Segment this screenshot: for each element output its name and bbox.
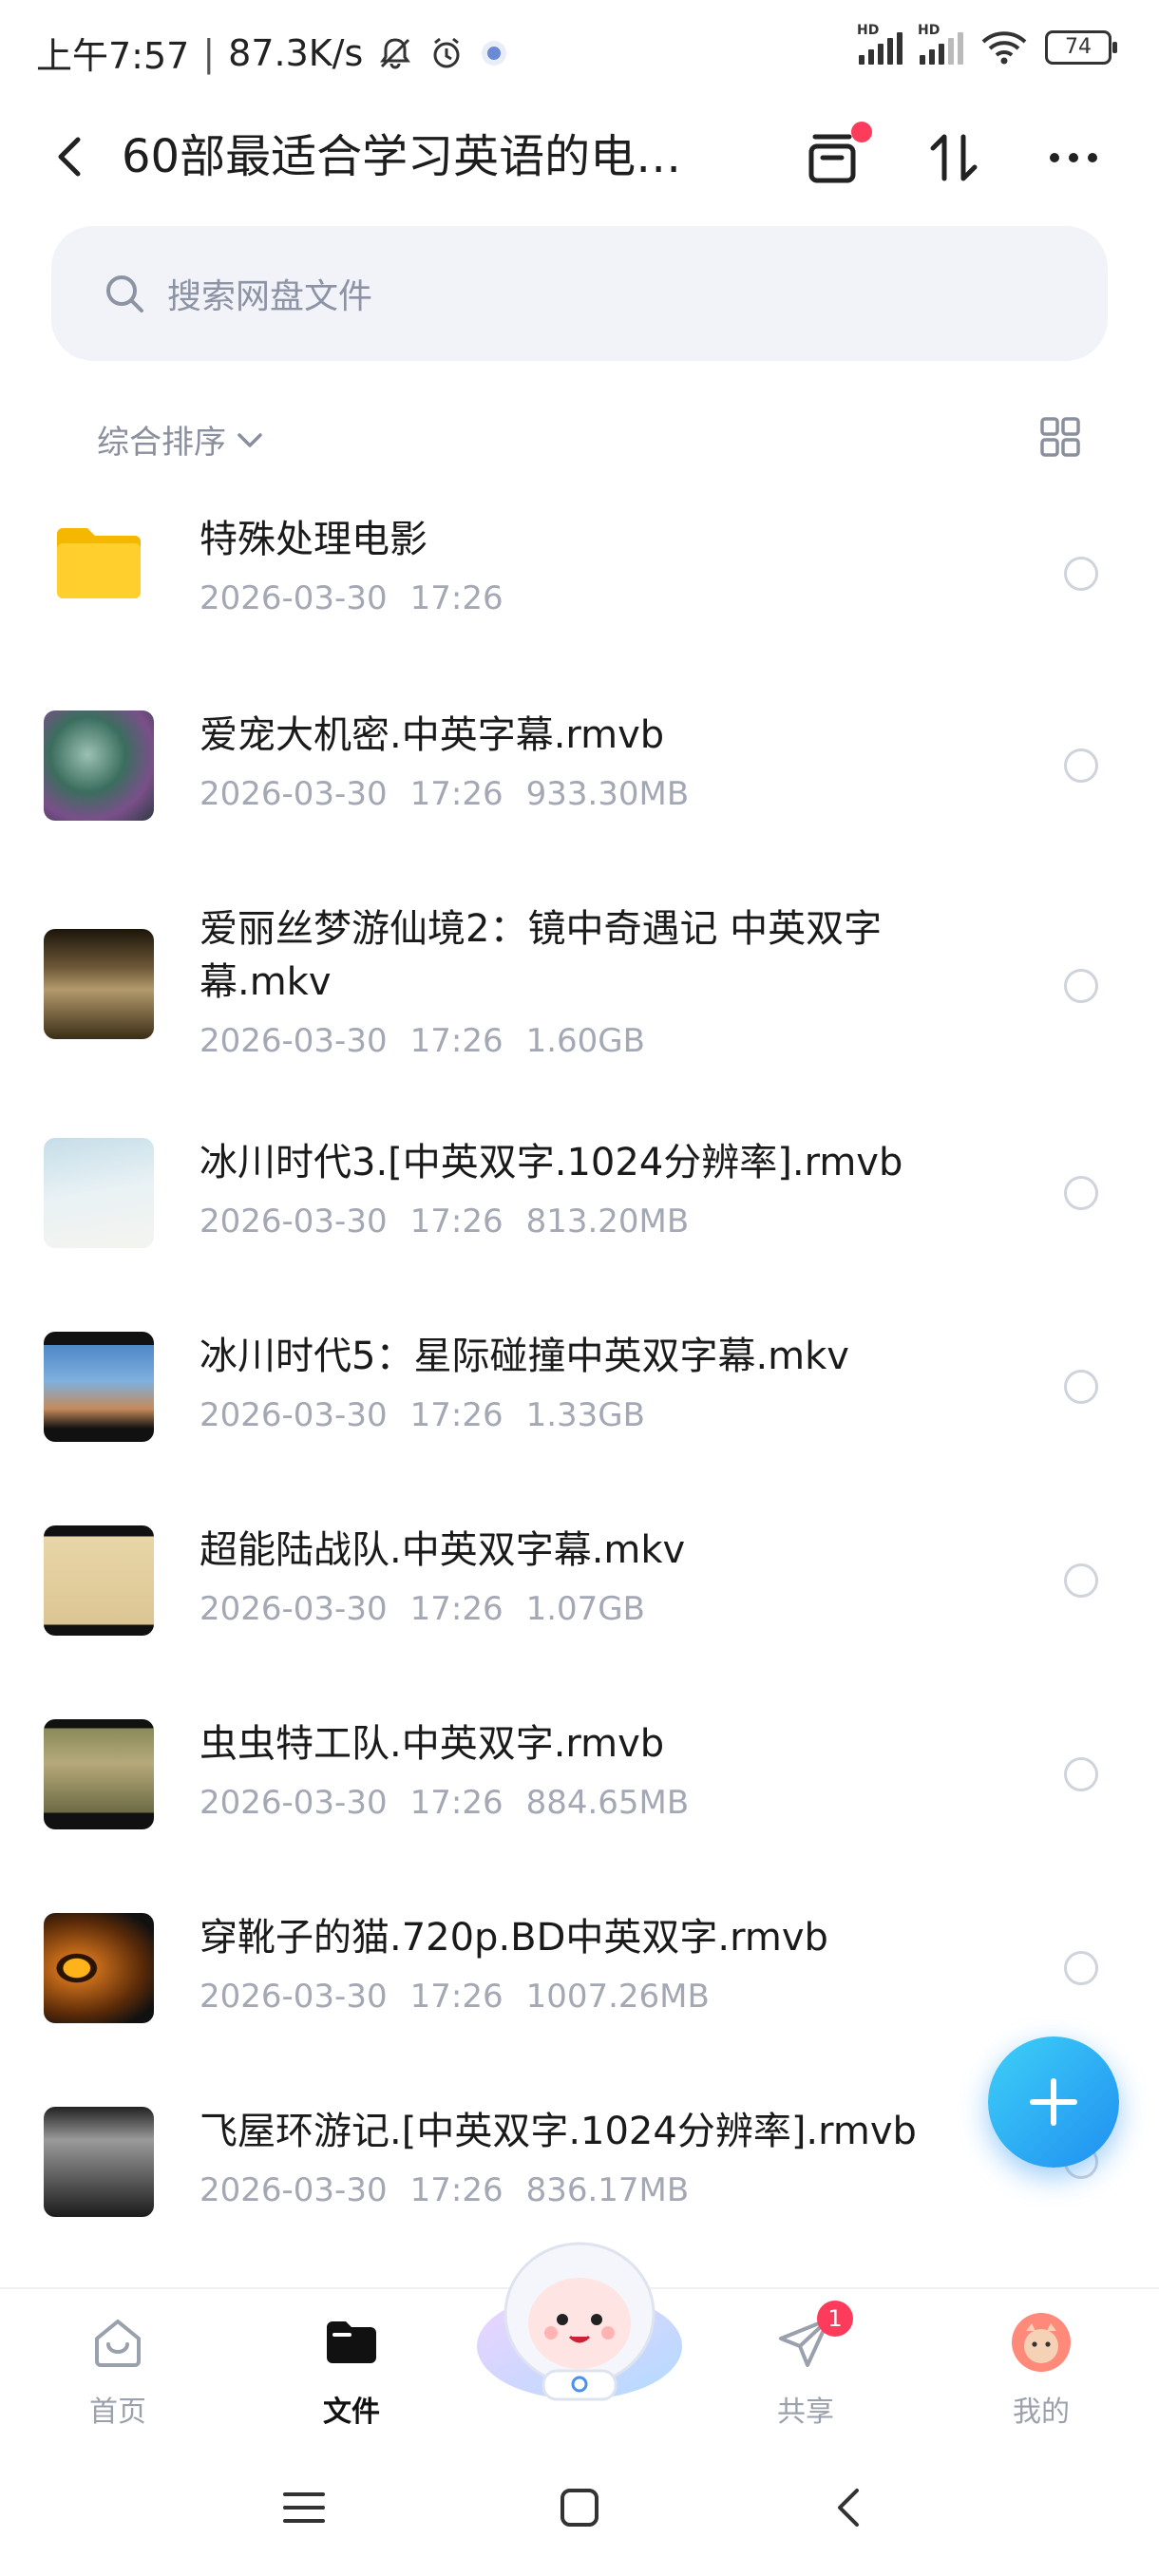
select-radio[interactable]	[1064, 1370, 1098, 1404]
search-input[interactable]: 搜索网盘文件	[51, 226, 1108, 361]
share-badge: 1	[817, 2301, 853, 2337]
file-meta: 2026-03-30 17:26 813.20MB	[200, 1203, 690, 1241]
list-item[interactable]: 超能陆战队.中英双字幕.mkv 2026-03-30 17:26 1.07GB	[0, 1505, 1159, 1695]
sort-row: 综合排序	[0, 399, 1159, 475]
status-divider: |	[202, 31, 216, 74]
back-button[interactable]	[46, 128, 93, 185]
mute-bell-icon	[380, 37, 411, 68]
tab-label: 我的	[1013, 2396, 1070, 2429]
video-thumbnail	[44, 1525, 154, 1636]
file-name: 超能陆战队.中英双字幕.mkv	[200, 1528, 686, 1572]
list-item[interactable]: 穿靴子的猫.720p.BD中英双字.rmvb 2026-03-30 17:26 10…	[0, 1892, 1159, 2082]
tab-home[interactable]: 首页	[51, 2302, 184, 2435]
file-name: 飞屋环游记.[中英双字.1024分辨率].rmvb	[200, 2110, 917, 2153]
file-meta: 2026-03-30 17:26	[200, 579, 504, 617]
list-item[interactable]: 冰川时代5：星际碰撞中英双字幕.mkv 2026-03-30 17:26 1.33G…	[0, 1311, 1159, 1501]
grid-view-icon	[1040, 417, 1080, 457]
status-left: 上午7:57 | 87.3K/s	[36, 27, 509, 79]
video-thumbnail	[44, 710, 154, 821]
select-radio[interactable]	[1064, 557, 1098, 591]
page-title: 60部最适合学习英语的电…	[122, 130, 682, 183]
file-name: 特殊处理电影	[200, 518, 428, 561]
file-meta: 2026-03-30 17:26 884.65MB	[200, 1784, 690, 1822]
file-name: 爱丽丝梦游仙境2：镜中奇遇记 中英双字幕.mkv	[200, 907, 883, 1004]
more-dots-icon	[1050, 153, 1097, 162]
select-radio[interactable]	[1064, 1176, 1098, 1210]
video-thumbnail	[44, 1138, 154, 1248]
select-radio[interactable]	[1064, 1563, 1098, 1598]
system-nav-bar	[0, 2441, 1159, 2576]
tab-label: 文件	[323, 2396, 380, 2429]
menu-lines-icon	[283, 2492, 325, 2523]
app-notification-icon	[482, 40, 507, 66]
plus-icon	[1030, 2078, 1077, 2126]
tab-label: 共享	[777, 2396, 834, 2429]
file-meta: 2026-03-30 17:26 836.17MB	[200, 2171, 690, 2209]
status-time: 上午7:57	[36, 35, 190, 77]
video-thumbnail	[44, 1719, 154, 1829]
sort-toggle-button[interactable]	[918, 122, 990, 194]
notification-dot	[851, 122, 872, 142]
signal-2-icon: HD	[918, 23, 963, 65]
mascot-button[interactable]	[475, 2232, 684, 2403]
home-nav-button[interactable]	[551, 2479, 608, 2536]
signal-1-icon: HD	[857, 23, 902, 65]
video-thumbnail	[44, 2107, 154, 2217]
alarm-icon	[433, 37, 460, 67]
file-name: 冰川时代5：星际碰撞中英双字幕.mkv	[200, 1335, 849, 1378]
sort-arrows-icon	[930, 134, 978, 181]
home-icon	[95, 2320, 141, 2367]
app-header: 60部最适合学习英语的电…	[0, 104, 1159, 209]
tab-files[interactable]: 文件	[285, 2302, 418, 2435]
sort-dropdown[interactable]: 综合排序	[97, 416, 266, 463]
search-placeholder: 搜索网盘文件	[167, 277, 373, 316]
file-meta: 2026-03-30 17:26 1.33GB	[200, 1396, 645, 1434]
file-name: 爱宠大机密.中英字幕.rmvb	[200, 713, 665, 757]
status-bar: 上午7:57 | 87.3K/s HD HD 74	[0, 0, 1159, 104]
sort-label: 综合排序	[97, 424, 226, 462]
chevron-left-icon	[58, 137, 81, 177]
video-thumbnail	[44, 1913, 154, 2023]
recent-apps-button[interactable]	[276, 2479, 332, 2536]
video-thumbnail	[44, 1332, 154, 1442]
tab-label: 首页	[89, 2396, 146, 2429]
folder-icon	[327, 2321, 376, 2363]
select-radio[interactable]	[1064, 1951, 1098, 1985]
file-meta: 2026-03-30 17:26 1007.26MB	[200, 1978, 710, 2016]
list-item[interactable]: 爱宠大机密.中英字幕.rmvb 2026-03-30 17:26 933.30MB	[0, 688, 1159, 878]
list-item[interactable]: 虫虫特工队.中英双字.rmvb 2026-03-30 17:26 884.65MB	[0, 1698, 1159, 1888]
search-icon	[106, 275, 143, 313]
list-item[interactable]: 特殊处理电影 2026-03-30 17:26	[0, 494, 1159, 684]
status-net-speed: 87.3K/s	[228, 31, 364, 74]
video-thumbnail	[44, 929, 154, 1039]
mascot-icon	[477, 2242, 682, 2401]
transfer-list-button[interactable]	[796, 122, 872, 194]
chevron-down-icon	[238, 432, 262, 447]
select-radio[interactable]	[1064, 748, 1098, 783]
file-name: 虫虫特工队.中英双字.rmvb	[200, 1722, 665, 1766]
back-nav-button[interactable]	[821, 2479, 878, 2536]
list-item[interactable]: 冰川时代3.[中英双字.1024分辨率].rmvb 2026-03-30 17:2…	[0, 1117, 1159, 1307]
file-meta: 2026-03-30 17:26 1.07GB	[200, 1590, 645, 1628]
wifi-icon	[981, 31, 1027, 65]
avatar-icon	[1012, 2313, 1071, 2372]
square-home-icon	[560, 2489, 598, 2527]
chevron-left-icon	[838, 2489, 859, 2527]
more-button[interactable]	[1037, 122, 1110, 194]
folder-icon	[51, 519, 146, 629]
select-radio[interactable]	[1064, 969, 1098, 1003]
tab-profile[interactable]: 我的	[975, 2302, 1108, 2435]
file-name: 穿靴子的猫.720p.BD中英双字.rmvb	[200, 1916, 828, 1960]
file-meta: 2026-03-30 17:26 933.30MB	[200, 775, 690, 813]
file-name: 冰川时代3.[中英双字.1024分辨率].rmvb	[200, 1141, 903, 1184]
battery-icon: 74	[1045, 30, 1117, 65]
status-right: HD HD 74	[857, 23, 1117, 66]
grid-view-button[interactable]	[1037, 414, 1083, 460]
file-meta: 2026-03-30 17:26 1.60GB	[200, 1022, 645, 1060]
list-item[interactable]: 爱丽丝梦游仙境2：镜中奇遇记 中英双字幕.mkv 2026-03-30 17:26…	[0, 883, 1159, 1111]
select-radio[interactable]	[1064, 1757, 1098, 1791]
tab-share[interactable]: 1 共享	[739, 2301, 872, 2435]
add-button[interactable]	[988, 2036, 1119, 2168]
